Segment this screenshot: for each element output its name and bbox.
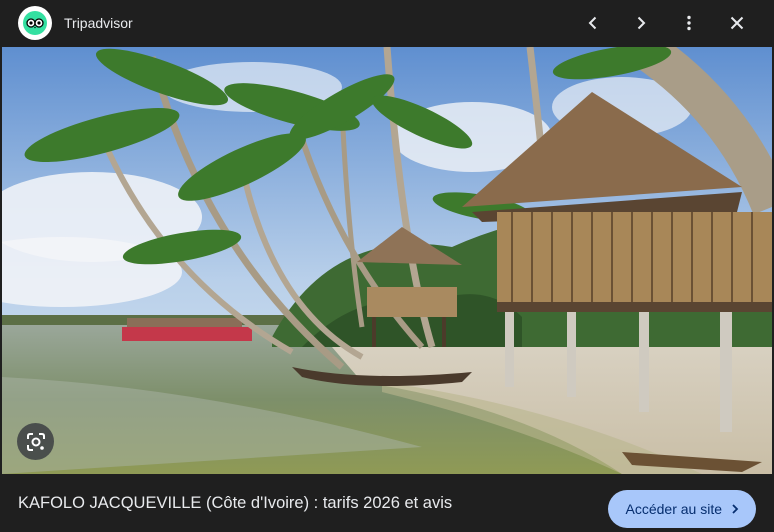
viewer-footer: KAFOLO JACQUEVILLE (Côte d'Ivoire) : tar… [0, 474, 774, 532]
chevron-right-icon [637, 16, 646, 30]
close-button[interactable] [720, 6, 754, 40]
site-logo [18, 6, 52, 40]
chevron-right-icon [732, 504, 739, 514]
more-vert-icon [687, 15, 691, 31]
google-lens-icon [26, 432, 45, 451]
chevron-left-icon [588, 16, 597, 30]
close-icon [730, 16, 744, 30]
preview-image[interactable] [2, 47, 772, 474]
next-button[interactable] [624, 6, 658, 40]
visit-site-button[interactable]: Accéder au site [607, 490, 756, 528]
image-caption-link[interactable]: KAFOLO JACQUEVILLE (Côte d'Ivoire) : tar… [18, 474, 452, 532]
google-lens-button[interactable] [17, 423, 54, 460]
header-actions [576, 0, 754, 46]
visit-site-label: Accéder au site [625, 501, 723, 517]
tripadvisor-owl-icon [23, 11, 47, 35]
viewer-header: Tripadvisor [0, 0, 774, 46]
site-name[interactable]: Tripadvisor [64, 15, 133, 31]
previous-button[interactable] [576, 6, 610, 40]
more-options-button[interactable] [672, 6, 706, 40]
